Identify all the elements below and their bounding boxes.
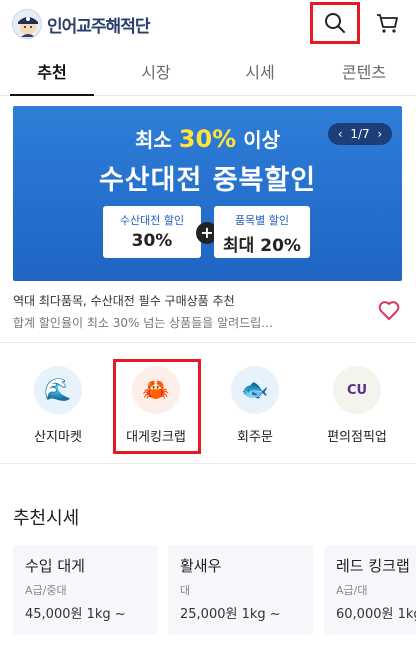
banner-title: 수산대전 중복할인 bbox=[98, 165, 317, 196]
category-cu-pickup[interactable]: CU 편의점픽업 bbox=[319, 366, 395, 445]
price-item-name: 수입 대게 bbox=[25, 557, 85, 575]
banner-headline-percent: 30% bbox=[178, 125, 237, 153]
coupon-card-item: 품목별 할인 최대 20% bbox=[214, 206, 310, 258]
divider bbox=[0, 463, 416, 464]
category-sashimi-order[interactable]: 🐟 회주문 bbox=[217, 366, 293, 445]
price-item-price: 45,000원 1kg ~ bbox=[25, 607, 126, 622]
chevron-left-icon[interactable]: ‹ bbox=[338, 127, 343, 141]
price-card[interactable]: 활새우 대 25,000원 1kg ~ bbox=[168, 545, 313, 635]
category-sanji-market[interactable]: 🌊 산지마켓 bbox=[20, 366, 96, 445]
banner-page-indicator: 1/7 bbox=[350, 127, 370, 141]
tab-price[interactable]: 시세 bbox=[208, 52, 312, 95]
price-item-price: 25,000원 1kg ~ bbox=[180, 607, 281, 622]
tab-contents[interactable]: 콘텐츠 bbox=[312, 52, 416, 95]
fish-icon: 🐟 bbox=[231, 366, 279, 414]
price-item-grade: 대 bbox=[180, 584, 191, 597]
coupon-value: 30% bbox=[131, 231, 173, 251]
coupon-label: 품목별 할인 bbox=[234, 214, 290, 227]
cu-store-icon: CU bbox=[333, 366, 381, 414]
promo-title[interactable]: 역대 최다품목, 수산대전 필수 구매상품 추천 bbox=[13, 292, 235, 309]
price-item-name: 활새우 bbox=[180, 557, 222, 575]
tab-market[interactable]: 시장 bbox=[104, 52, 208, 95]
app-header: 인어교주해적단 bbox=[0, 0, 416, 50]
cart-button[interactable] bbox=[372, 8, 402, 38]
promo-banner[interactable]: 최소 30% 이상 수산대전 중복할인 ‹ 1/7 › 수산대전 할인 30% … bbox=[13, 106, 402, 281]
price-card[interactable]: 레드 킹크랩 A급/대 60,000원 1kg ~ bbox=[324, 545, 416, 635]
coupon-label: 수산대전 할인 bbox=[119, 214, 185, 227]
chevron-right-icon[interactable]: › bbox=[377, 127, 382, 141]
brand-logo-icon[interactable] bbox=[12, 9, 42, 39]
heart-icon[interactable] bbox=[377, 298, 401, 322]
promo-subtitle: 합계 할인율이 최소 30% 넘는 상품들을 알려드립... bbox=[13, 316, 273, 330]
banner-headline-suffix: 이상 bbox=[243, 128, 280, 152]
tab-recommend[interactable]: 추천 bbox=[0, 52, 104, 96]
wave-icon: 🌊 bbox=[34, 366, 82, 414]
coupon-value: 최대 20% bbox=[223, 236, 301, 256]
search-button[interactable] bbox=[310, 2, 360, 44]
divider bbox=[0, 342, 416, 343]
price-item-grade: A급/대 bbox=[336, 584, 368, 597]
coupon-card-festival: 수산대전 할인 30% bbox=[103, 206, 201, 258]
cart-icon bbox=[377, 14, 398, 33]
search-icon bbox=[325, 13, 345, 33]
banner-pager[interactable]: ‹ 1/7 › bbox=[328, 123, 392, 145]
price-item-grade: A급/중대 bbox=[25, 584, 67, 597]
main-tabs: 추천 시장 시세 콘텐츠 bbox=[0, 52, 416, 96]
category-highlight bbox=[113, 359, 201, 454]
category-label: 산지마켓 bbox=[34, 430, 82, 445]
price-item-price: 60,000원 1kg ~ bbox=[336, 607, 416, 622]
price-item-name: 레드 킹크랩 bbox=[336, 557, 410, 575]
price-card[interactable]: 수입 대게 A급/중대 45,000원 1kg ~ bbox=[13, 545, 158, 635]
banner-headline-prefix: 최소 bbox=[134, 128, 172, 152]
category-label: 편의점픽업 bbox=[327, 430, 387, 445]
section-title: 추천시세 bbox=[13, 508, 80, 529]
brand-name[interactable]: 인어교주해적단 bbox=[47, 12, 150, 37]
category-label: 회주문 bbox=[237, 430, 273, 445]
